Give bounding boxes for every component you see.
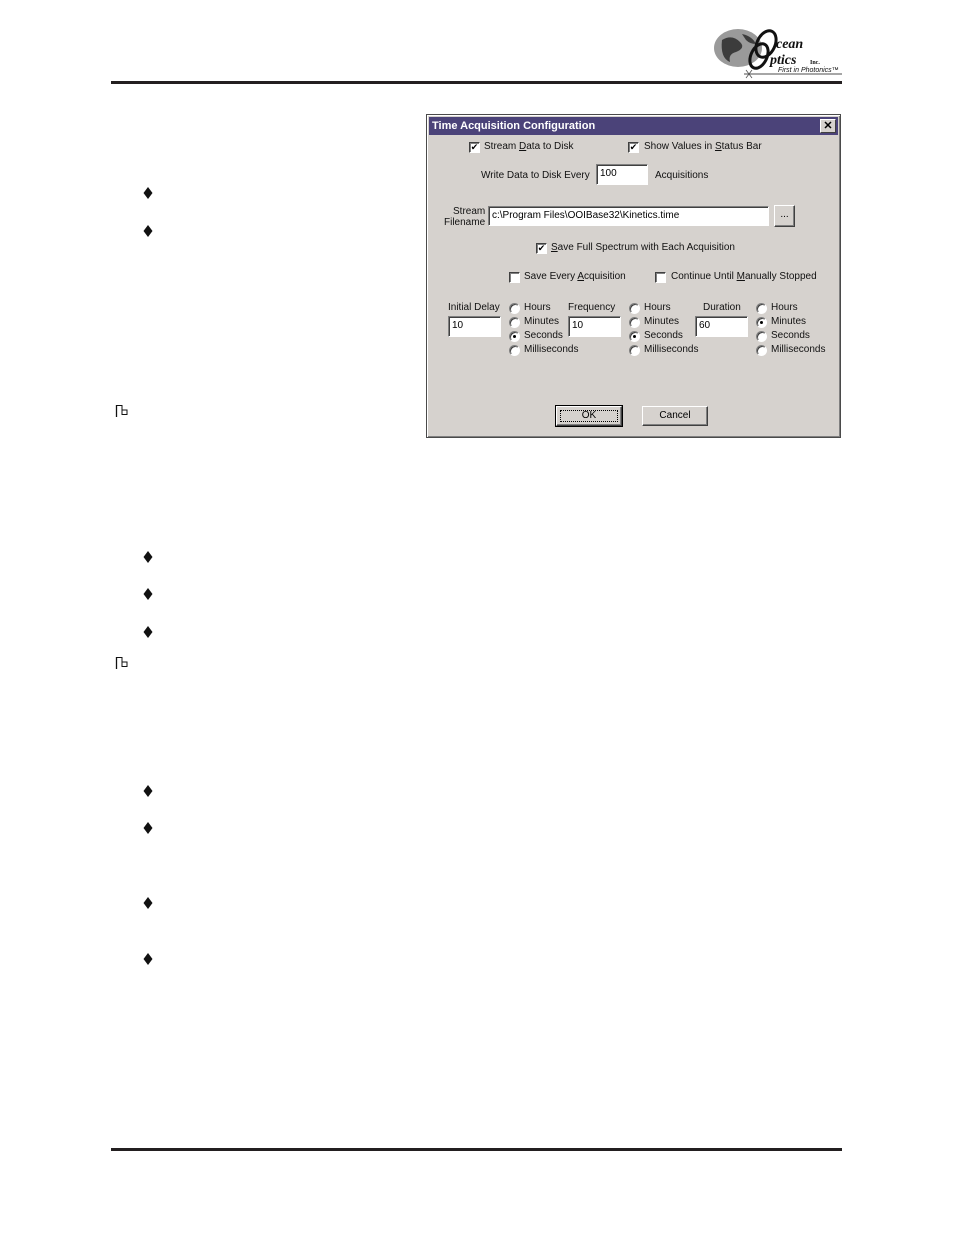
frequency-label: Frequency <box>568 302 616 313</box>
initial-delay-milliseconds-radio[interactable] <box>509 345 520 356</box>
acquisitions-label: Acquisitions <box>655 170 709 181</box>
note-flag-icon <box>115 656 129 670</box>
duration-minutes-label[interactable]: Minutes <box>771 316 806 327</box>
time-acquisition-dialog: Time Acquisition Configuration ✕ ✔ Strea… <box>426 114 841 438</box>
bullet-diamond-icon <box>143 896 153 909</box>
initial-delay-hours-radio[interactable] <box>509 303 520 314</box>
duration-milliseconds-label[interactable]: Milliseconds <box>771 344 825 355</box>
duration-hours-radio[interactable] <box>756 303 767 314</box>
duration-milliseconds-radio[interactable] <box>756 345 767 356</box>
logo-text-1: cean <box>776 37 803 52</box>
bullet-diamond-icon <box>143 821 153 834</box>
initial-delay-milliseconds-label[interactable]: Milliseconds <box>524 344 578 355</box>
frequency-milliseconds-radio[interactable] <box>629 345 640 356</box>
initial-delay-label: Initial Delay <box>448 302 500 313</box>
ok-button[interactable]: OK <box>555 405 623 427</box>
save-full-spectrum-label[interactable]: Save Full Spectrum with Each Acquisition <box>551 242 735 253</box>
stream-data-to-disk-label[interactable]: Stream Data to Disk <box>484 141 574 152</box>
initial-delay-seconds-label[interactable]: Seconds <box>524 330 563 341</box>
continue-until-stopped-label[interactable]: Continue Until Manually Stopped <box>671 271 817 282</box>
bullet-diamond-icon <box>143 224 153 237</box>
check-icon: ✔ <box>470 142 479 152</box>
write-data-every-input[interactable]: 100 <box>596 164 648 185</box>
close-icon: ✕ <box>823 120 833 132</box>
close-button[interactable]: ✕ <box>820 119 836 133</box>
initial-delay-hours-label[interactable]: Hours <box>524 302 551 313</box>
frequency-hours-label[interactable]: Hours <box>644 302 671 313</box>
radio-selected-dot <box>760 321 763 324</box>
frequency-seconds-label[interactable]: Seconds <box>644 330 683 341</box>
footer-rule <box>111 1148 842 1151</box>
duration-label: Duration <box>703 302 741 313</box>
logo-text-inc: Inc. <box>810 60 820 66</box>
duration-seconds-label[interactable]: Seconds <box>771 330 810 341</box>
write-data-label: Write Data to Disk Every <box>481 170 590 181</box>
bullet-diamond-icon <box>143 550 153 563</box>
focus-rect <box>560 410 618 422</box>
browse-button[interactable]: ... <box>774 205 795 227</box>
show-values-status-bar-label[interactable]: Show Values in Status Bar <box>644 141 762 152</box>
check-icon: ✔ <box>537 243 546 253</box>
check-icon: ✔ <box>629 142 638 152</box>
ocean-optics-logo: cean ptics Inc. First in Photonics™ <box>712 26 844 80</box>
frequency-input[interactable]: 10 <box>568 316 621 337</box>
stream-label: Stream <box>453 206 486 217</box>
duration-seconds-radio[interactable] <box>756 331 767 342</box>
frequency-seconds-radio[interactable] <box>629 331 640 342</box>
frequency-milliseconds-label[interactable]: Milliseconds <box>644 344 698 355</box>
initial-delay-minutes-label[interactable]: Minutes <box>524 316 559 327</box>
duration-hours-label[interactable]: Hours <box>771 302 798 313</box>
bullet-diamond-icon <box>143 784 153 797</box>
duration-minutes-radio[interactable] <box>756 317 767 328</box>
bullet-diamond-icon <box>143 952 153 965</box>
save-full-spectrum-checkbox[interactable]: ✔ <box>536 243 547 254</box>
filename-label: Filename <box>444 217 486 228</box>
bullet-diamond-icon <box>143 625 153 638</box>
bullet-diamond-icon <box>143 186 153 199</box>
initial-delay-seconds-radio[interactable] <box>509 331 520 342</box>
logo-text-2: ptics <box>769 53 797 68</box>
save-every-acquisition-checkbox[interactable] <box>509 272 520 283</box>
continue-until-stopped-checkbox[interactable] <box>655 272 666 283</box>
logo-tagline: First in Photonics™ <box>778 67 839 74</box>
frequency-hours-radio[interactable] <box>629 303 640 314</box>
frequency-minutes-label[interactable]: Minutes <box>644 316 679 327</box>
radio-selected-dot <box>633 335 636 338</box>
bullet-diamond-icon <box>143 587 153 600</box>
frequency-minutes-radio[interactable] <box>629 317 640 328</box>
duration-input[interactable]: 60 <box>695 316 748 337</box>
show-values-status-bar-checkbox[interactable]: ✔ <box>628 142 639 153</box>
dialog-title: Time Acquisition Configuration <box>432 120 596 132</box>
radio-selected-dot <box>513 335 516 338</box>
initial-delay-input[interactable]: 10 <box>448 316 501 337</box>
dialog-titlebar[interactable]: Time Acquisition Configuration ✕ <box>429 117 838 135</box>
stream-data-to-disk-checkbox[interactable]: ✔ <box>469 142 480 153</box>
header-rule <box>111 81 842 84</box>
cancel-button[interactable]: Cancel <box>642 406 708 426</box>
save-every-acquisition-label[interactable]: Save Every Acquisition <box>524 271 626 282</box>
initial-delay-minutes-radio[interactable] <box>509 317 520 328</box>
note-flag-icon <box>115 404 129 418</box>
stream-filename-input[interactable]: c:\Program Files\OOIBase32\Kinetics.time <box>488 206 769 226</box>
